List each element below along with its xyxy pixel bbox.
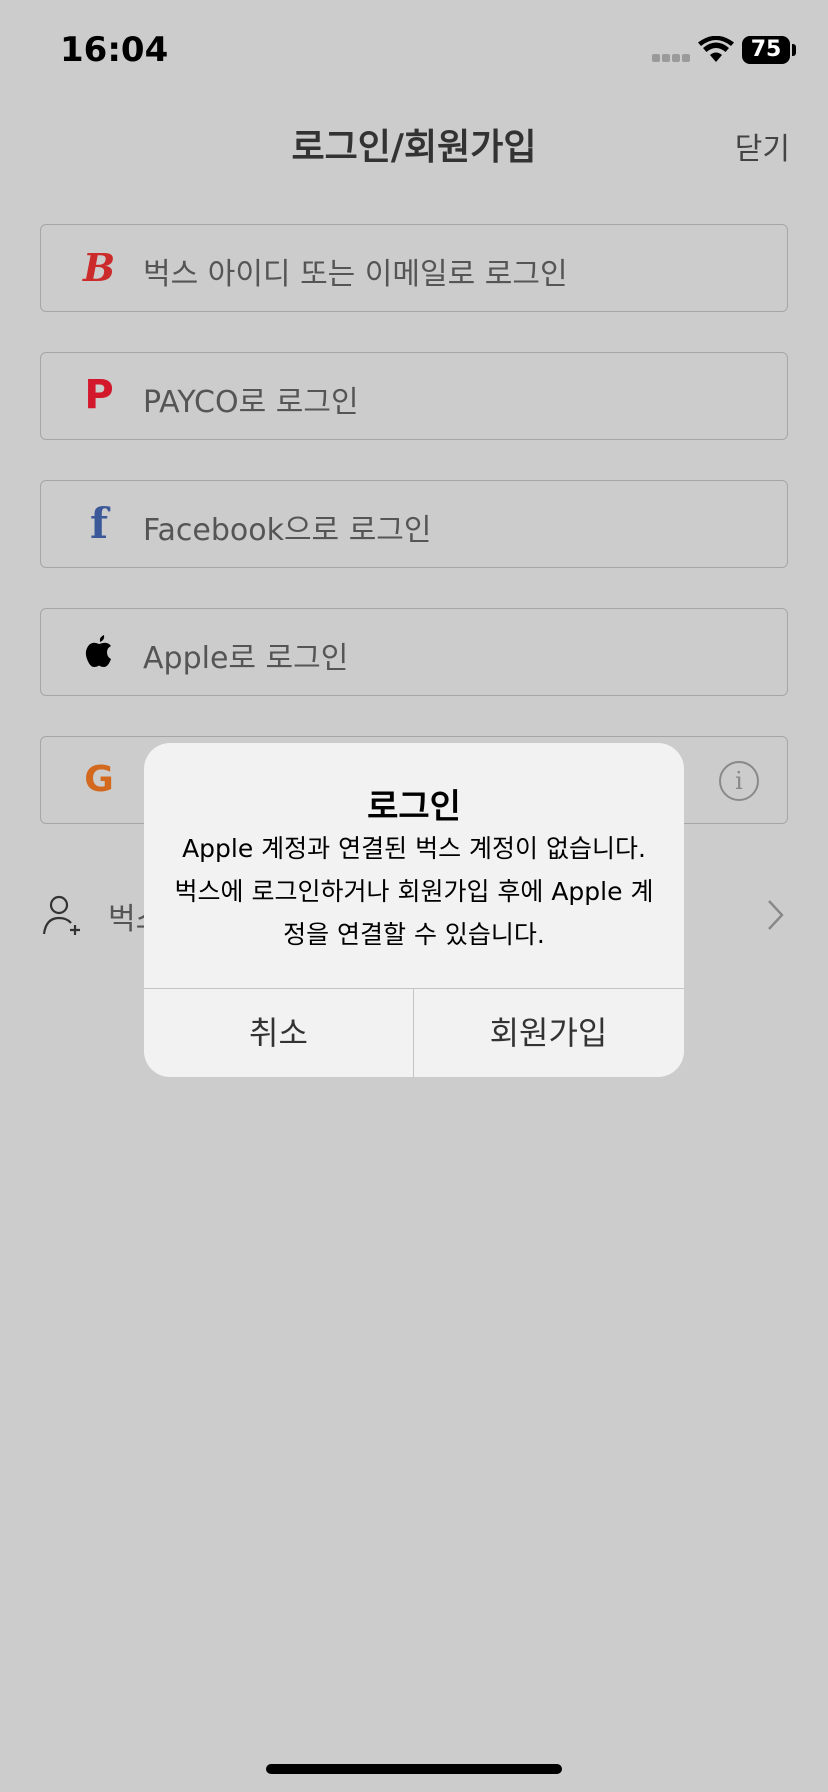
apple-login-label: Apple로 로그인 xyxy=(143,641,349,676)
bugs-login-button[interactable]: B 벅스 아이디 또는 이메일로 로그인 xyxy=(40,224,788,312)
home-indicator[interactable] xyxy=(266,1764,562,1774)
dialog-title: 로그인 xyxy=(367,787,461,827)
payco-login-label: PAYCO로 로그인 xyxy=(143,385,359,420)
cancel-button[interactable]: 취소 xyxy=(144,989,413,1077)
bugs-login-label: 벅스 아이디 또는 이메일로 로그인 xyxy=(143,257,568,292)
facebook-login-button[interactable]: f Facebook으로 로그인 xyxy=(40,480,788,568)
close-button[interactable]: 닫기 xyxy=(735,124,790,168)
wifi-icon xyxy=(698,36,734,62)
battery-icon: 75 xyxy=(742,36,790,64)
status-time: 16:04 xyxy=(60,30,169,70)
status-bar: 16:04 75 xyxy=(0,0,828,100)
add-user-icon xyxy=(42,895,80,935)
bugs-logo-icon: B xyxy=(82,244,116,290)
facebook-login-label: Facebook으로 로그인 xyxy=(143,513,432,548)
info-icon[interactable]: i xyxy=(719,761,759,801)
alert-dialog: 로그인 Apple 계정과 연결된 벅스 계정이 없습니다. 벅스에 로그인하거… xyxy=(144,743,684,1077)
signup-button[interactable]: 회원가입 xyxy=(414,989,683,1077)
payco-login-button[interactable]: P PAYCO로 로그인 xyxy=(40,352,788,440)
facebook-logo-icon: f xyxy=(89,498,109,548)
payco-logo-icon: P xyxy=(84,372,114,418)
dialog-message: Apple 계정과 연결된 벅스 계정이 없습니다. 벅스에 로그인하거나 회원… xyxy=(174,834,654,949)
battery-cap xyxy=(792,44,796,56)
google-logo-icon: G xyxy=(84,758,114,800)
chevron-right-icon xyxy=(768,900,784,930)
cellular-signal-icon xyxy=(652,54,690,62)
apple-login-button[interactable]: Apple로 로그인 xyxy=(40,608,788,696)
apple-logo-icon xyxy=(77,629,121,673)
page-title: 로그인/회원가입 xyxy=(291,127,537,168)
